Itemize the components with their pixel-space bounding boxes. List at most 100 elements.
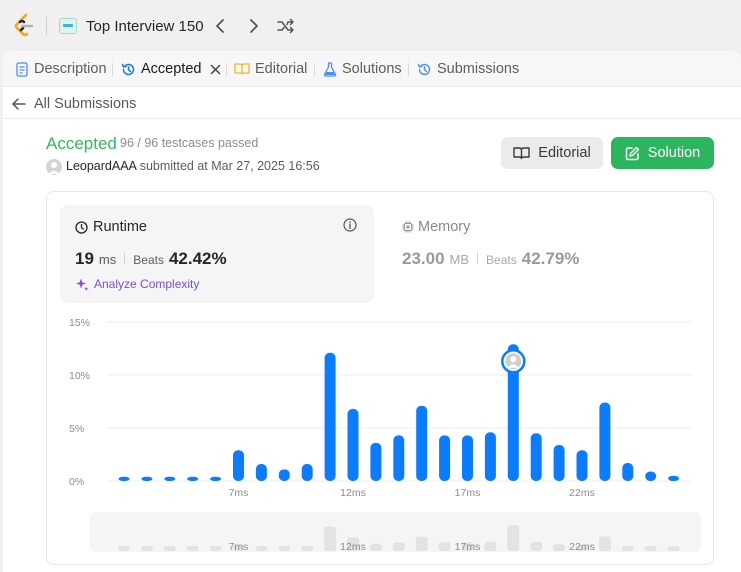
arrow-left-icon <box>12 98 26 110</box>
x-tick-label: 17ms <box>455 487 481 499</box>
next-problem-button[interactable] <box>244 15 264 37</box>
overview-bar <box>415 536 428 551</box>
leetcode-logo[interactable] <box>12 13 36 39</box>
histogram-bar[interactable] <box>484 432 496 481</box>
study-plan-icon[interactable] <box>59 18 77 34</box>
random-problem-button[interactable] <box>276 15 296 37</box>
username-link[interactable]: LeopardAAA <box>66 159 136 173</box>
top-bar: Top Interview 150 <box>0 0 741 50</box>
submission-panel: Description Accepted Editorial Solutions… <box>3 51 741 572</box>
description-icon <box>16 61 28 77</box>
flask-icon <box>323 61 337 77</box>
y-tick-label: 10% <box>69 370 90 382</box>
x-tick-label: 12ms <box>340 487 366 499</box>
overview-tick-label: 12ms <box>340 541 366 553</box>
histogram-bar[interactable] <box>668 475 680 481</box>
histogram-bar[interactable] <box>324 352 336 481</box>
histogram-bar[interactable] <box>278 469 290 481</box>
submitted-info: LeopardAAA submitted at Mar 27, 2025 16:… <box>66 159 320 173</box>
editorial-button[interactable]: Editorial <box>501 137 603 169</box>
tab-description[interactable]: Description <box>15 60 107 78</box>
tab-label: Editorial <box>255 61 308 77</box>
submitted-time: submitted at Mar 27, 2025 16:56 <box>139 159 320 173</box>
overview-bar <box>278 546 291 551</box>
histogram-bar[interactable] <box>233 450 244 481</box>
overview-bar <box>392 542 405 551</box>
histogram-bar[interactable] <box>164 476 176 481</box>
tab-label: Accepted <box>141 61 202 77</box>
histogram-bar[interactable] <box>141 476 153 481</box>
chevron-left-icon <box>216 19 224 33</box>
overview-bar <box>301 546 314 551</box>
tab-label: Solutions <box>342 61 402 77</box>
x-tick-label: 7ms <box>229 487 249 499</box>
overview-tick-label: 7ms <box>229 541 249 553</box>
histogram-bar[interactable] <box>645 471 657 481</box>
user-icon <box>48 162 60 174</box>
histogram-bar[interactable] <box>255 464 267 481</box>
all-submissions-link[interactable]: All Submissions <box>12 96 136 112</box>
divider <box>3 118 741 119</box>
histogram-bar[interactable] <box>347 408 359 481</box>
overview-bar <box>438 542 451 551</box>
histogram-bar[interactable] <box>187 476 199 481</box>
overview-bar <box>369 543 382 551</box>
tab-label: Description <box>34 61 107 77</box>
tab-label: Submissions <box>437 61 520 77</box>
overview-bar <box>255 546 268 551</box>
overview-bar <box>118 546 130 551</box>
study-plan-title[interactable]: Top Interview 150 <box>86 18 204 35</box>
histogram-bar[interactable] <box>416 405 428 481</box>
tab-bar: Description Accepted Editorial Solutions… <box>3 51 741 87</box>
tab-divider <box>226 63 227 76</box>
histogram-bar[interactable] <box>576 450 588 481</box>
divider <box>46 17 47 35</box>
histogram-bar[interactable] <box>439 435 451 481</box>
histogram-bar[interactable] <box>210 476 222 481</box>
histogram-bar[interactable] <box>370 442 382 481</box>
solution-button[interactable]: Solution <box>611 137 714 169</box>
performance-card: Runtime 19 ms Beats 42.42% Analyze Compl… <box>46 191 714 565</box>
overview-bar <box>553 544 566 551</box>
y-tick-label: 15% <box>69 317 90 329</box>
histogram-bar[interactable] <box>393 435 405 481</box>
histogram-bar[interactable] <box>622 462 634 481</box>
y-tick-label: 0% <box>69 476 84 488</box>
history-icon <box>121 63 135 75</box>
editorial-button-label: Editorial <box>538 145 591 161</box>
solution-button-label: Solution <box>647 145 701 161</box>
edit-icon <box>625 146 639 160</box>
book-icon <box>513 147 530 160</box>
overview-bar <box>667 546 680 551</box>
tab-submissions[interactable]: Submissions <box>417 60 519 78</box>
overview-bar <box>484 541 497 551</box>
testcases-passed: 96 / 96 testcases passed <box>120 136 259 150</box>
overview-bar <box>598 536 611 551</box>
histogram-bar[interactable] <box>553 444 565 481</box>
overview-bar <box>530 542 543 551</box>
close-icon[interactable] <box>210 64 221 75</box>
submission-status: Accepted <box>46 134 117 153</box>
overview-bar <box>507 525 520 551</box>
tab-editorial[interactable]: Editorial <box>234 60 307 78</box>
overview-bar <box>621 546 634 551</box>
tab-solutions[interactable]: Solutions <box>323 60 402 78</box>
overview-bar <box>186 546 199 551</box>
avatar[interactable] <box>46 159 62 175</box>
tab-accepted[interactable]: Accepted <box>121 60 221 78</box>
tab-divider <box>112 63 113 76</box>
x-tick-label: 22ms <box>569 487 595 499</box>
tab-divider <box>314 63 315 76</box>
histogram-bar[interactable] <box>462 435 473 481</box>
shuffle-icon <box>277 18 294 34</box>
book-icon <box>234 63 250 75</box>
histogram-bar[interactable] <box>118 476 130 481</box>
runtime-distribution-chart[interactable]: 0% 5% 10% 15% 7ms 12ms 17ms 22ms 7ms 12ms 17ms 22ms <box>47 192 715 566</box>
prev-problem-button[interactable] <box>210 15 230 37</box>
histogram-bar[interactable] <box>530 433 542 481</box>
histogram-bar[interactable] <box>301 464 313 481</box>
overview-tick-label: 17ms <box>455 541 481 553</box>
histogram-bar[interactable] <box>599 402 611 481</box>
all-submissions-label: All Submissions <box>34 96 137 112</box>
user-icon <box>510 356 517 363</box>
